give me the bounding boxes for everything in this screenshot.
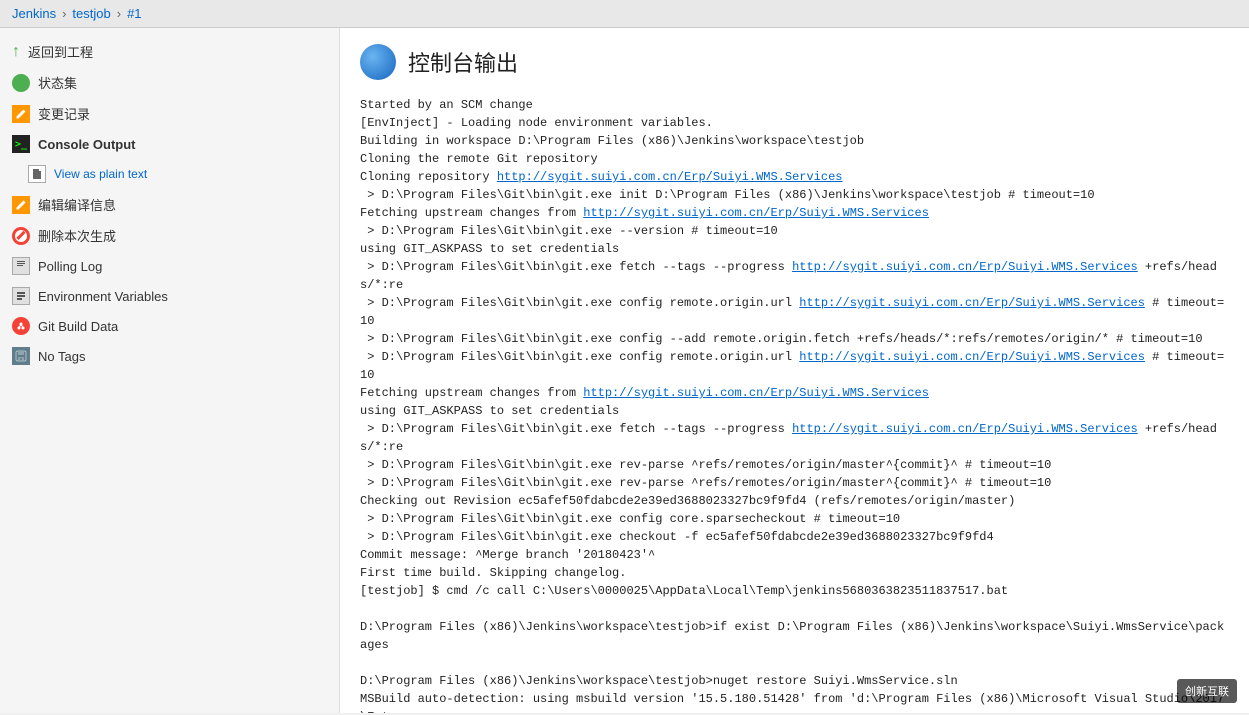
sidebar: ↑ 返回到工程 状态集 变更记录 >_ Console Output View … (0, 28, 340, 713)
link-fetch-2[interactable]: http://sygit.suiyi.com.cn/Erp/Suiyi.WMS.… (792, 260, 1138, 274)
link-config-2[interactable]: http://sygit.suiyi.com.cn/Erp/Suiyi.WMS.… (799, 350, 1145, 364)
sidebar-item-console-output[interactable]: >_ Console Output (0, 129, 339, 159)
sidebar-label-edit: 编辑编译信息 (38, 195, 116, 214)
sidebar-label-git: Git Build Data (38, 319, 118, 334)
console-log: Started by an SCM change [EnvInject] - L… (360, 96, 1229, 713)
no-entry-icon (12, 227, 30, 245)
pencil-icon (12, 105, 30, 123)
sidebar-item-back-to-project[interactable]: ↑ 返回到工程 (0, 36, 339, 67)
doc-icon (12, 257, 30, 275)
sidebar-label-plain-text: View as plain text (54, 167, 147, 181)
env-icon (12, 287, 30, 305)
sidebar-label-back: 返回到工程 (28, 42, 93, 61)
breadcrumb: Jenkins › testjob › #1 (0, 0, 1249, 28)
sidebar-item-polling-log[interactable]: Polling Log (0, 251, 339, 281)
sidebar-item-env-variables[interactable]: Environment Variables (0, 281, 339, 311)
sidebar-item-git-build[interactable]: Git Build Data (0, 311, 339, 341)
link-fetch-3[interactable]: http://sygit.suiyi.com.cn/Erp/Suiyi.WMS.… (583, 386, 929, 400)
sidebar-label-delete: 删除本次生成 (38, 226, 116, 245)
page-header: 控制台输出 (360, 44, 1229, 80)
sidebar-item-no-tags[interactable]: No Tags (0, 341, 339, 371)
sidebar-label-changelog: 变更记录 (38, 104, 90, 123)
sidebar-label-env: Environment Variables (38, 289, 168, 304)
console-icon: >_ (12, 135, 30, 153)
sidebar-label-status: 状态集 (38, 73, 77, 92)
breadcrumb-sep-2: › (117, 6, 121, 21)
status-icon (12, 74, 30, 92)
link-clone-repo[interactable]: http://sygit.suiyi.com.cn/Erp/Suiyi.WMS.… (497, 170, 843, 184)
breadcrumb-testjob[interactable]: testjob (72, 6, 110, 21)
disk-icon (12, 347, 30, 365)
sidebar-item-change-log[interactable]: 变更记录 (0, 98, 339, 129)
page-title: 控制台输出 (408, 46, 518, 78)
link-fetch-4[interactable]: http://sygit.suiyi.com.cn/Erp/Suiyi.WMS.… (792, 422, 1138, 436)
sidebar-label-polling: Polling Log (38, 259, 102, 274)
breadcrumb-jenkins[interactable]: Jenkins (12, 6, 56, 21)
link-fetch-1[interactable]: http://sygit.suiyi.com.cn/Erp/Suiyi.WMS.… (583, 206, 929, 220)
arrow-up-icon: ↑ (12, 43, 20, 61)
sidebar-label-console: Console Output (38, 137, 136, 152)
sidebar-item-view-plain-text[interactable]: View as plain text (0, 159, 339, 189)
sidebar-item-delete-build[interactable]: 删除本次生成 (0, 220, 339, 251)
pencil2-icon (12, 196, 30, 214)
page-header-icon (360, 44, 396, 80)
sidebar-item-edit-build[interactable]: 编辑编译信息 (0, 189, 339, 220)
breadcrumb-build[interactable]: #1 (127, 6, 141, 21)
sidebar-item-status-set[interactable]: 状态集 (0, 67, 339, 98)
git-icon (12, 317, 30, 335)
sidebar-label-notags: No Tags (38, 349, 85, 364)
main-content: 控制台输出 Started by an SCM change [EnvInjec… (340, 28, 1249, 713)
file-icon (28, 165, 46, 183)
breadcrumb-sep-1: › (62, 6, 66, 21)
link-config-1[interactable]: http://sygit.suiyi.com.cn/Erp/Suiyi.WMS.… (799, 296, 1145, 310)
